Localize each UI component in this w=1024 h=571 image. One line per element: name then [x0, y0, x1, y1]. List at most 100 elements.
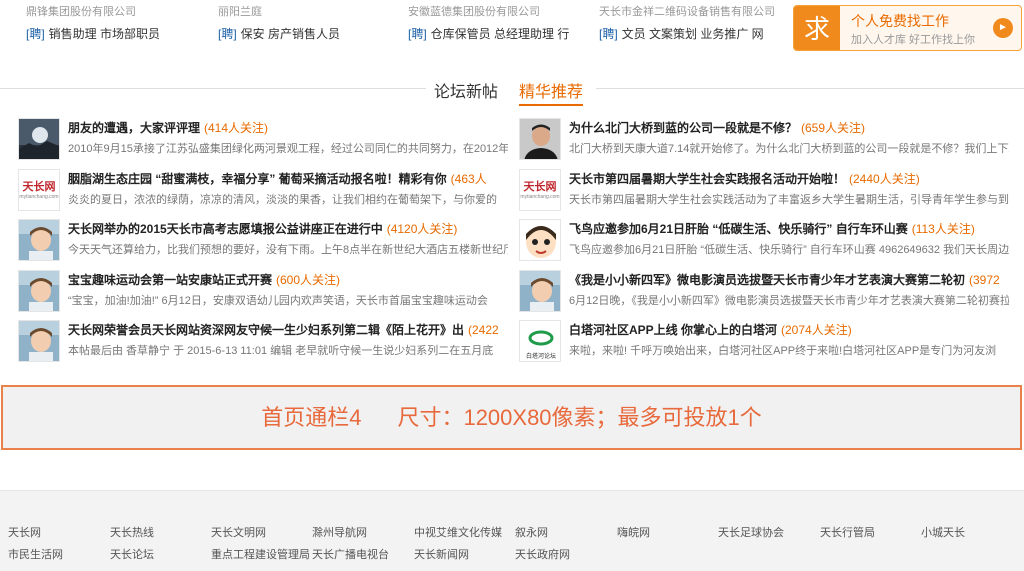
job-titles[interactable]: 文员 文案策划 业务推广 网	[622, 27, 764, 41]
footer-link[interactable]: 天长热线	[110, 524, 154, 540]
follow-count: (600人关注)	[276, 272, 341, 287]
find-job-subtitle: 加入人才库 好工作找上你	[851, 34, 976, 46]
post-summary: 来啦，来啦! 千呼万唤始出来，白塔河社区APP终于来啦!白塔河社区APP是专门为…	[569, 345, 997, 358]
job-listing[interactable]: 安徽蓝德集团股份有限公司 [聘] 仓库保管员 总经理助理 行	[408, 4, 598, 44]
free-job-search-button[interactable]: 求 个人免费找工作 加入人才库 好工作找上你 ►	[793, 5, 1022, 51]
job-company[interactable]: 鼎锋集团股份有限公司	[26, 4, 216, 21]
footer-link[interactable]: 叙永网	[515, 524, 548, 540]
post-thumbnail[interactable]	[18, 118, 60, 160]
footer-link[interactable]: 天长足球协会	[718, 524, 784, 540]
post-summary: 炎炎的夏日，浓浓的绿荫，凉凉的清风，淡淡的果香，让我们相约在葡萄架下，与你爱的	[68, 193, 497, 206]
post-thumbnail[interactable]	[519, 118, 561, 160]
post-title[interactable]: 天长网荣誉会员天长网站资深网友守候一生少妇系列第二辑《陌上花开》出 (2422	[68, 320, 508, 340]
post-list-left: 朋友的遭遇，大家评评理 (414人关注) 2010年9月15承接了江苏弘盛集团绿化…	[18, 116, 508, 369]
divider	[596, 88, 1024, 89]
site-logo: 天长网 mytianchang.com	[19, 169, 59, 210]
footer-link[interactable]: 中视艾维文化传媒	[414, 524, 502, 540]
job-company[interactable]: 安徽蓝德集团股份有限公司	[408, 4, 598, 21]
footer-link[interactable]: 天长论坛	[110, 546, 154, 562]
job-company[interactable]: 丽阳兰庭	[218, 4, 408, 21]
job-listing[interactable]: 鼎锋集团股份有限公司 [聘] 销售助理 市场部职员	[26, 4, 216, 44]
list-item: 天长网 mytianchang.com 胭脂湖生态庄园 “甜蜜满枝，幸福分享” 葡…	[18, 167, 508, 218]
job-titles[interactable]: 仓库保管员 总经理助理 行	[431, 27, 570, 41]
post-thumbnail[interactable]: 天长网 mytianchang.com	[519, 168, 561, 211]
follow-count: (3972	[969, 272, 1000, 287]
follow-count: (659人关注)	[801, 121, 866, 135]
job-tag: [聘]	[599, 27, 618, 41]
post-thumbnail[interactable]	[519, 269, 561, 312]
footer-link[interactable]: 天长广播电视台	[312, 546, 389, 562]
post-title[interactable]: 宝宝趣味运动会第一站安康站正式开赛 (600人关注)	[68, 270, 508, 290]
section-header: 论坛新帖 精华推荐	[0, 73, 1024, 106]
find-job-title: 个人免费找工作	[851, 13, 949, 29]
list-item: 天长网举办的2015天长市高考志愿填报公益讲座正在进行中 (4120人关注) 今天…	[18, 217, 508, 268]
post-title[interactable]: 天长市第四届暑期大学生社会实践报名活动开始啦！ (2440人关注)	[569, 169, 1009, 189]
post-thumbnail[interactable]	[18, 320, 60, 363]
follow-count: (2074人关注)	[781, 323, 852, 338]
post-thumbnail[interactable]	[18, 269, 60, 312]
seek-badge: 求	[794, 6, 840, 50]
follow-count: (414人关注)	[204, 121, 269, 135]
list-item: 天长网荣誉会员天长网站资深网友守候一生少妇系列第二辑《陌上花开》出 (2422 本…	[18, 318, 508, 369]
post-summary: 6月12日晚，《我是小小新四军》微电影演员选拔暨天长市青少年才艺表演大赛第二轮初…	[569, 294, 1009, 307]
list-item: 白塔河论坛 白塔河社区APP上线 你掌心上的白塔河 (2074人关注) 来啦，来啦…	[519, 318, 1009, 369]
job-tag: [聘]	[26, 27, 45, 41]
follow-count: (113人关注)	[911, 222, 975, 237]
footer-link[interactable]: 滁州导航网	[312, 524, 367, 540]
job-titles[interactable]: 保安 房产销售人员	[241, 27, 340, 41]
footer-link[interactable]: 天长网	[8, 524, 41, 540]
job-tag: [聘]	[408, 27, 427, 41]
post-thumbnail[interactable]	[18, 219, 60, 262]
arrow-right-icon: ►	[993, 18, 1013, 38]
list-item: 飞鸟应邀参加6月21日肝胎 “低碳生活、快乐骑行” 自行车环山赛 (113人关注)…	[519, 217, 1009, 268]
follow-count: (463人	[450, 171, 487, 186]
follow-count: (2440人关注)	[849, 171, 920, 186]
post-title[interactable]: 朋友的遭遇，大家评评理 (414人关注)	[68, 118, 508, 138]
job-company[interactable]: 天长市金祥二维码设备销售有限公司	[599, 4, 789, 21]
post-summary: “宝宝，加油!加油!” 6月12日，安康双语幼儿园内欢声笑语，天长市首届宝宝趣味…	[68, 294, 488, 307]
tab-featured[interactable]: 精华推荐	[519, 78, 584, 106]
recruitment-strip: 鼎锋集团股份有限公司 [聘] 销售助理 市场部职员 丽阳兰庭 [聘] 保安 房产销售…	[0, 0, 1024, 60]
post-summary: 本帖最后由 香草静宁 于 2015-6-13 11:01 编辑 老早就听守候一生…	[68, 345, 494, 358]
post-title[interactable]: 《我是小小新四军》微电影演员选拔暨天长市青少年才艺表演大赛第二轮初 (3972	[569, 270, 1009, 290]
post-thumbnail[interactable]: 白塔河论坛	[519, 320, 561, 363]
ad-slot-spec: 尺寸：1200X80像素；最多可投放1个	[397, 405, 762, 430]
follow-count: (2422	[468, 323, 499, 338]
post-list-right: 为什么北门大桥到蓝的公司一段就是不修？ (659人关注) 北门大桥到天康大道7.1…	[519, 116, 1009, 369]
post-title[interactable]: 飞鸟应邀参加6月21日肝胎 “低碳生活、快乐骑行” 自行车环山赛 (113人关注)	[569, 219, 1009, 239]
post-summary: 天长市第四届暑期大学生社会实践活动为了丰富返乡大学生暑期生活，引导青年学生参与到	[569, 193, 1009, 206]
post-summary: 北门大桥到天康大道7.14就开始修了。为什么北门大桥到蓝的公司一段就是不修？我们…	[569, 143, 1009, 155]
tab-forum-new-posts[interactable]: 论坛新帖	[434, 78, 498, 102]
footer-link[interactable]: 小城天长	[921, 524, 965, 540]
post-title[interactable]: 天长网举办的2015天长市高考志愿填报公益讲座正在进行中 (4120人关注)	[68, 219, 508, 239]
post-thumbnail[interactable]: 天长网 mytianchang.com	[18, 168, 60, 211]
footer-link[interactable]: 市民生活网	[8, 546, 63, 562]
list-item: 为什么北门大桥到蓝的公司一段就是不修？ (659人关注) 北门大桥到天康大道7.1…	[519, 116, 1009, 167]
post-title[interactable]: 胭脂湖生态庄园 “甜蜜满枝，幸福分享” 葡萄采摘活动报名啦！精彩有你 (463人	[68, 169, 508, 189]
follow-count: (4120人关注)	[386, 222, 458, 237]
footer-link[interactable]: 嗨皖网	[617, 524, 650, 540]
post-summary: 飞鸟应邀参加6月21日肝胎 “低碳生活、快乐骑行” 自行车环山赛 4962649…	[569, 244, 1009, 257]
divider	[0, 88, 426, 89]
ad-slot-name: 首页通栏4	[261, 405, 362, 430]
footer-link[interactable]: 天长政府网	[515, 546, 570, 562]
post-title[interactable]: 白塔河社区APP上线 你掌心上的白塔河 (2074人关注)	[569, 320, 1009, 340]
job-listing[interactable]: 丽阳兰庭 [聘] 保安 房产销售人员	[218, 4, 408, 44]
footer-link[interactable]: 重点工程建设管理局	[211, 546, 310, 562]
list-item: 宝宝趣味运动会第一站安康站正式开赛 (600人关注) “宝宝，加油!加油!” 6月…	[18, 268, 508, 319]
post-title[interactable]: 为什么北门大桥到蓝的公司一段就是不修？ (659人关注)	[569, 118, 1009, 138]
post-summary: 今天天气还算给力，比我们预想的要好，没有下雨。上午8点半在新世纪大酒店五楼新世纪…	[68, 244, 508, 257]
list-item: 《我是小小新四军》微电影演员选拔暨天长市青少年才艺表演大赛第二轮初 (3972 6…	[519, 268, 1009, 319]
job-listing[interactable]: 天长市金祥二维码设备销售有限公司 [聘] 文员 文案策划 业务推广 网	[599, 4, 789, 44]
footer-link[interactable]: 天长行管局	[820, 524, 875, 540]
ad-banner-slot[interactable]: 首页通栏4 尺寸：1200X80像素；最多可投放1个	[1, 385, 1022, 450]
post-summary: 2010年9月15承接了江苏弘盛集团绿化两河景观工程，经过公司同仁的共同努力，在…	[68, 143, 508, 155]
job-titles[interactable]: 销售助理 市场部职员	[49, 27, 160, 41]
post-thumbnail[interactable]	[519, 219, 561, 262]
friend-links-footer: 天长网 天长热线 天长文明网 滁州导航网 中视艾维文化传媒 叙永网 嗨皖网 天长足球协会 天长行…	[0, 490, 1024, 571]
footer-link[interactable]: 天长文明网	[211, 524, 266, 540]
footer-link[interactable]: 天长新闻网	[414, 546, 469, 562]
list-item: 朋友的遭遇，大家评评理 (414人关注) 2010年9月15承接了江苏弘盛集团绿化…	[18, 116, 508, 167]
list-item: 天长网 mytianchang.com 天长市第四届暑期大学生社会实践报名活动开始…	[519, 167, 1009, 218]
site-logo: 天长网 mytianchang.com	[520, 169, 560, 210]
